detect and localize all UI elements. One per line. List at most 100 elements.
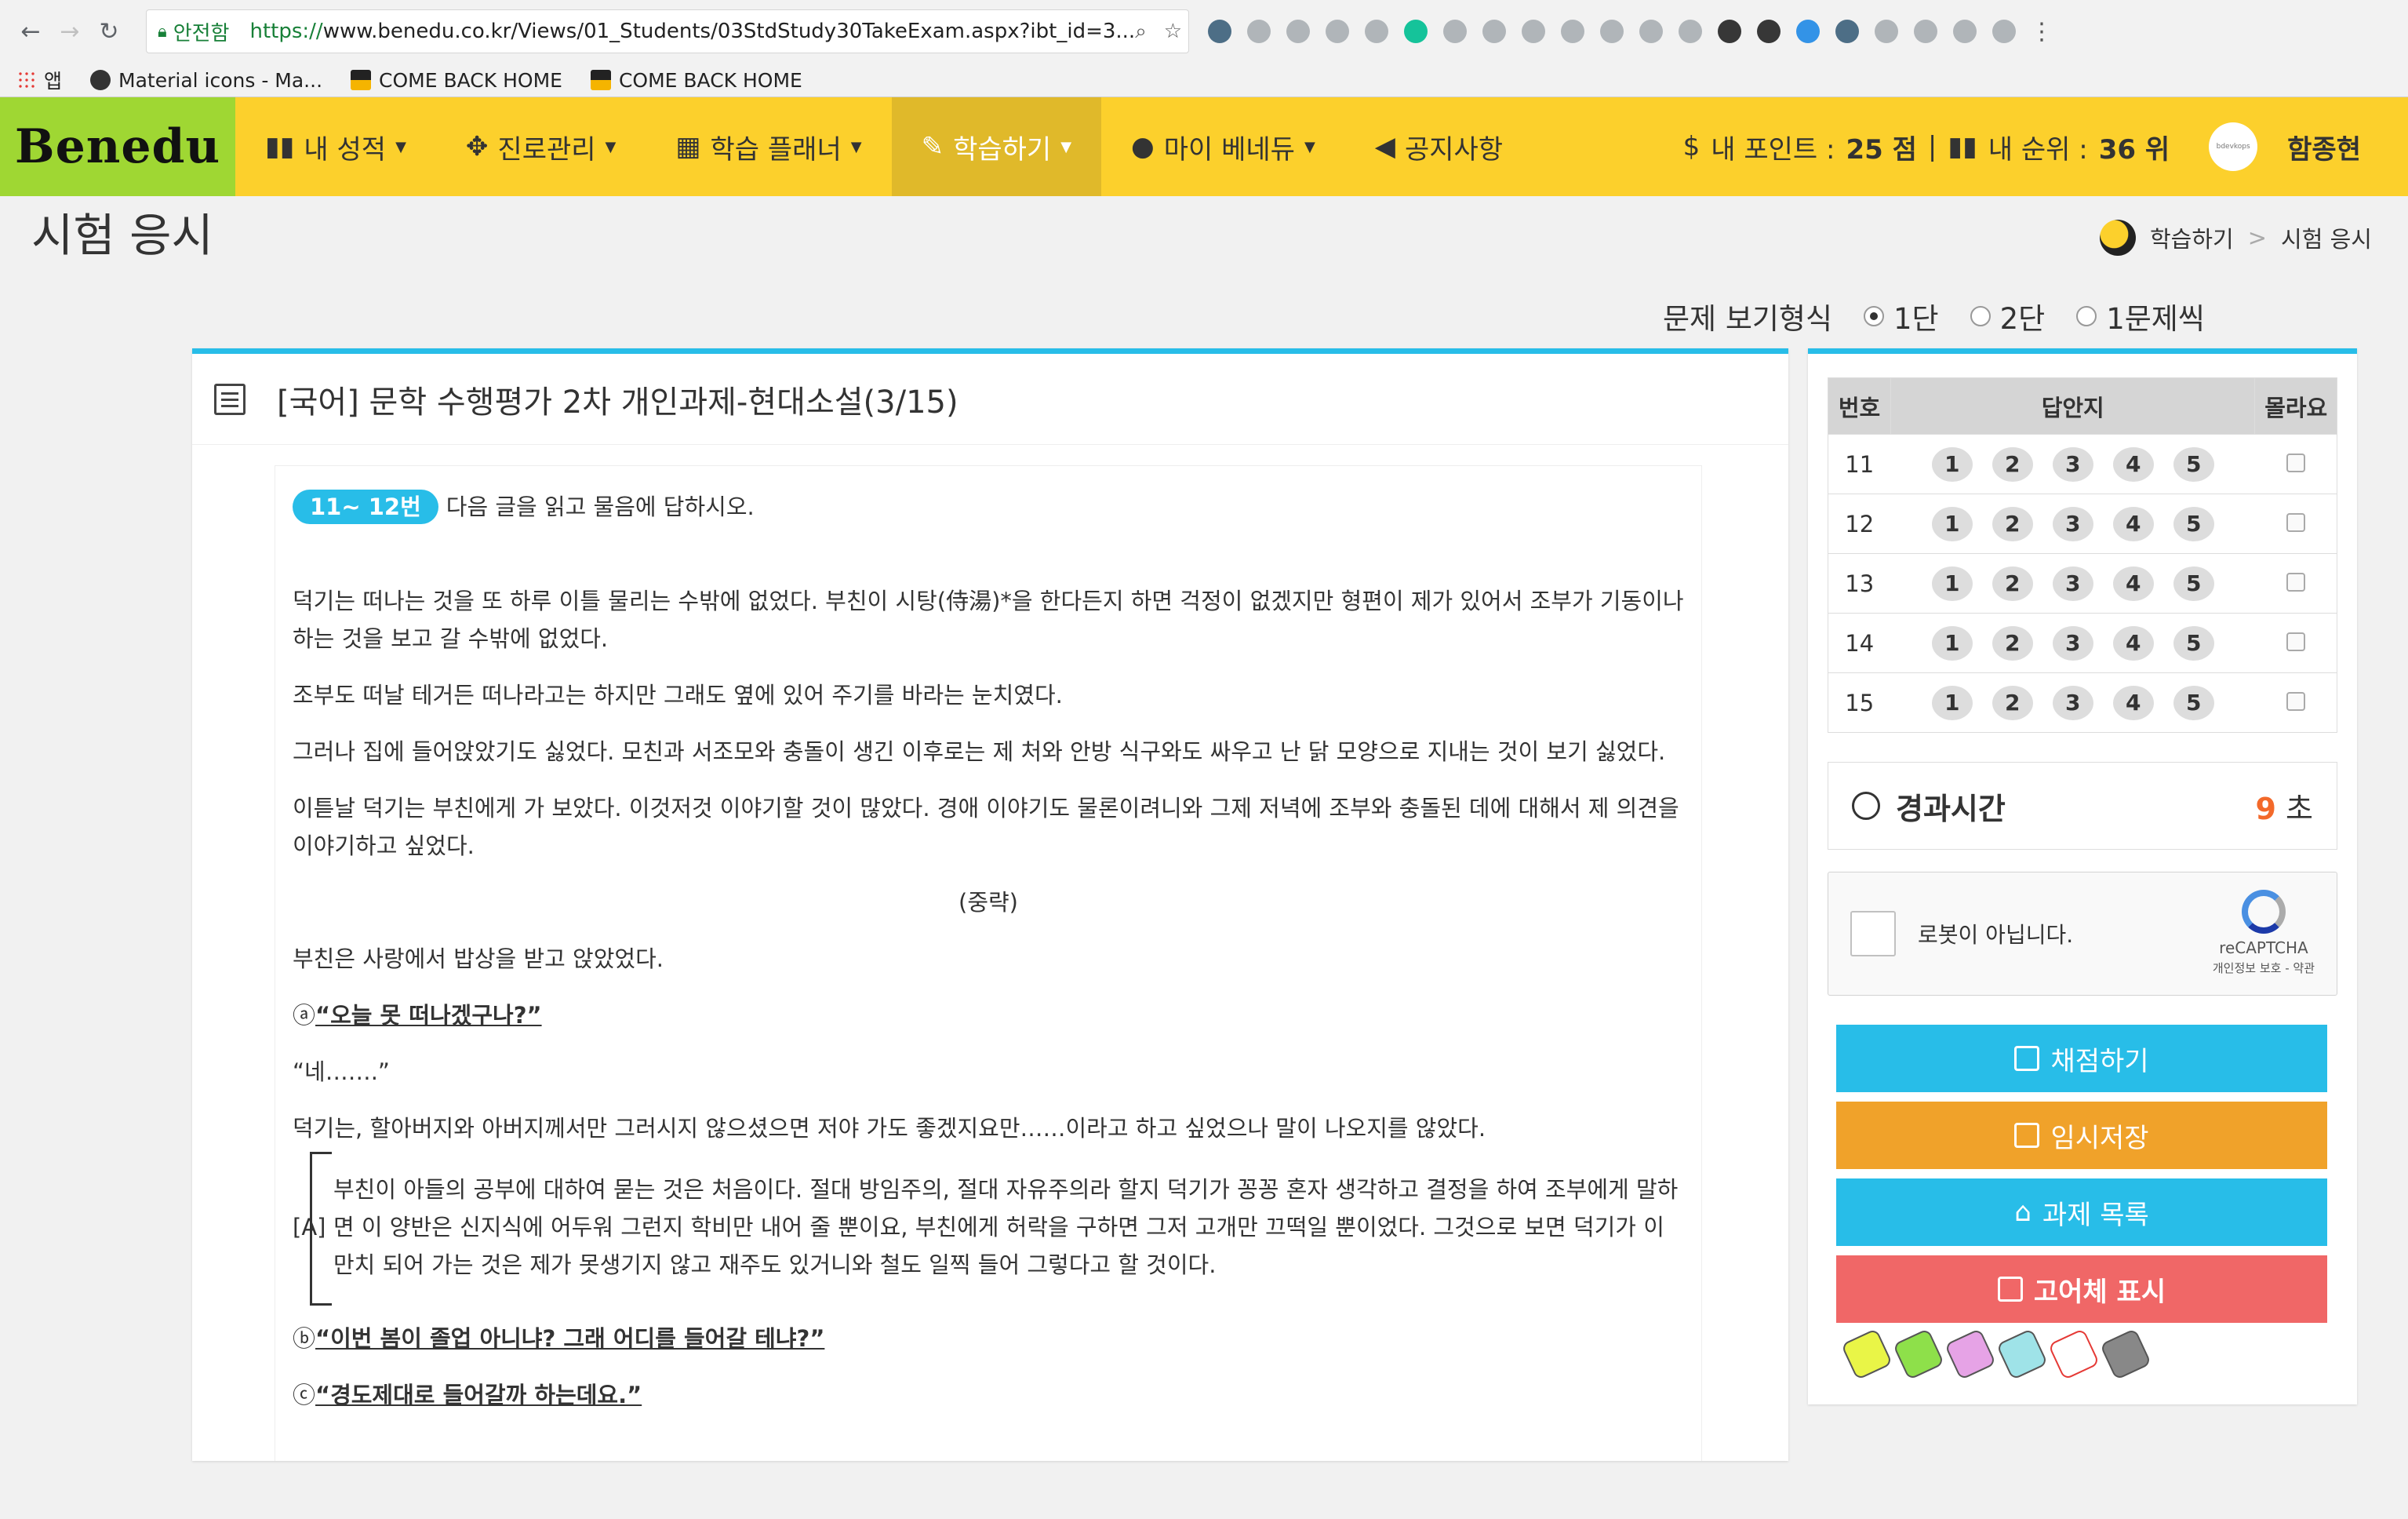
answer-choice-1[interactable]: 1 [1931,506,1973,541]
passage[interactable]: 11~ 12번 다음 글을 읽고 물음에 답하시오. 덕기는 떠나는 것을 또 하… [275,465,1702,1461]
highlighter-green-icon[interactable] [1892,1328,1945,1381]
benedu-logo[interactable]: Benedu [0,97,235,196]
breadcrumb-item[interactable]: 학습하기 [2150,221,2234,254]
bookmark-item[interactable]: COME BACK HOME [590,69,802,92]
grammarly-icon[interactable] [1404,20,1428,43]
answer-choice-4[interactable]: 4 [2112,685,2154,720]
view-option-single[interactable]: 1문제씩 [2076,295,2205,337]
captcha-checkbox[interactable] [1850,911,1896,956]
megaphone-icon: ◀ [1374,131,1395,162]
answer-choice-5[interactable]: 5 [2173,685,2214,720]
extension-icon[interactable] [1247,20,1271,43]
answer-choice-5[interactable]: 5 [2173,506,2214,541]
extension-icon[interactable] [1208,20,1231,43]
extension-icon[interactable] [1561,20,1584,43]
answer-choice-5[interactable]: 5 [2173,625,2214,661]
highlighter-clear-icon[interactable] [2099,1328,2152,1381]
view-option-2col[interactable]: 2단 [1970,295,2045,337]
button-label: 채점하기 [2050,1045,2149,1077]
unknown-checkbox[interactable] [2286,512,2305,532]
apps-grid-icon [17,71,36,89]
extension-icon[interactable] [1482,20,1506,43]
extension-icon[interactable] [1365,20,1388,43]
browser-menu-icon[interactable]: ⋮ [2030,18,2053,46]
temp-save-button[interactable]: 임시저장 [1836,1102,2327,1169]
menu-my-grades[interactable]: ▮▮ 내 성적 ▼ [235,97,436,196]
answer-choice-4[interactable]: 4 [2112,566,2154,601]
answer-choice-3[interactable]: 3 [2052,566,2093,601]
highlighter-eraser-icon[interactable] [2047,1328,2101,1381]
address-bar[interactable]: 🔒︎ 안전함 https:// www.benedu.co.kr/Views/0… [146,9,1189,53]
menu-planner[interactable]: ▦ 학습 플래너 ▼ [646,97,891,196]
avatar[interactable]: bdevkops [2209,122,2258,171]
zoom-icon[interactable]: ⌕ [1135,20,1147,44]
extension-icon[interactable] [1286,20,1310,43]
extension-icon[interactable] [1992,20,2016,43]
clock-icon [1852,792,1880,820]
bookmark-star-icon[interactable]: ☆ [1164,20,1182,44]
archaic-display-button[interactable]: 고어체 표시 [1836,1255,2327,1323]
menu-notice[interactable]: ◀ 공지사항 [1345,97,1533,196]
task-list-button[interactable]: ⌂ 과제 목록 [1836,1178,2327,1246]
forward-icon[interactable]: → [50,12,89,51]
answer-choice-2[interactable]: 2 [1992,625,2033,661]
captcha-label: 로봇이 아닙니다. [1918,922,2074,948]
answer-choice-2[interactable]: 2 [1992,446,2033,482]
answer-choice-2[interactable]: 2 [1992,566,2033,601]
extension-icon[interactable] [1835,20,1859,43]
menu-career[interactable]: ✥ 진로관리 ▼ [436,97,646,196]
answer-choice-4[interactable]: 4 [2112,446,2154,482]
answer-choice-3[interactable]: 3 [2052,625,2093,661]
highlighter-pink-icon[interactable] [1944,1328,1997,1381]
answer-choice-1[interactable]: 1 [1931,566,1973,601]
home-icon: ⌂ [2014,1197,2032,1228]
back-icon[interactable]: ← [11,12,50,51]
extension-icon[interactable] [1914,20,1937,43]
unknown-checkbox[interactable] [2286,632,2305,651]
unknown-checkbox[interactable] [2286,453,2305,472]
save-icon [2014,1123,2040,1148]
answer-choice-3[interactable]: 3 [2052,506,2093,541]
answer-choice-3[interactable]: 3 [2052,685,2093,720]
answer-choice-1[interactable]: 1 [1931,446,1973,482]
extension-icon[interactable] [1443,20,1467,43]
answer-choice-2[interactable]: 2 [1992,685,2033,720]
extension-icon[interactable] [1600,20,1624,43]
answer-choice-4[interactable]: 4 [2112,506,2154,541]
recaptcha-privacy-link[interactable]: 개인정보 보호 - 약관 [2213,961,2315,975]
extension-icon[interactable] [1796,20,1820,43]
view-option-1col[interactable]: 1단 [1864,295,1939,337]
github-icon[interactable] [1757,20,1781,43]
choice-bubbles: 12345 [1891,446,2255,482]
answer-choice-5[interactable]: 5 [2173,566,2214,601]
answer-choice-1[interactable]: 1 [1931,625,1973,661]
extension-icon[interactable] [1326,20,1349,43]
extension-icon[interactable] [1639,20,1663,43]
highlighter-yellow-icon[interactable] [1840,1328,1893,1381]
passage-paragraph: 이튿날 덕기는 부친에게 가 보았다. 이것저것 이야기할 것이 많았다. 경애… [293,795,1679,859]
answer-choice-3[interactable]: 3 [2052,446,2093,482]
answer-choice-1[interactable]: 1 [1931,685,1973,720]
answer-choice-4[interactable]: 4 [2112,625,2154,661]
grade-button[interactable]: 채점하기 [1836,1025,2327,1092]
reload-icon[interactable]: ↻ [89,12,129,51]
answer-choice-2[interactable]: 2 [1992,506,2033,541]
recaptcha-logo: reCAPTCHA 개인정보 보호 - 약관 [2213,890,2315,976]
extension-icon[interactable] [1953,20,1977,43]
username[interactable]: 함종현 [2287,128,2361,166]
timer-value: 9 초 [2255,785,2313,828]
bookmark-item[interactable]: Material icons - Ma... [90,69,322,92]
extension-icon[interactable] [1679,20,1702,43]
bookmark-apps[interactable]: 앱 [17,66,62,94]
answer-choice-5[interactable]: 5 [2173,446,2214,482]
unknown-checkbox[interactable] [2286,572,2305,592]
menu-my-benedu[interactable]: ● 마이 베네듀 ▼ [1101,97,1345,196]
breadcrumb: 학습하기 > 시험 응시 [2100,220,2372,256]
unknown-checkbox[interactable] [2286,691,2305,711]
extension-icon[interactable] [1875,20,1898,43]
extension-icon[interactable] [1522,20,1545,43]
github-icon[interactable] [1718,20,1741,43]
bookmark-item[interactable]: COME BACK HOME [351,69,562,92]
highlighter-cyan-icon[interactable] [1995,1328,2049,1381]
menu-study[interactable]: ✎ 학습하기 ▼ [891,97,1102,196]
